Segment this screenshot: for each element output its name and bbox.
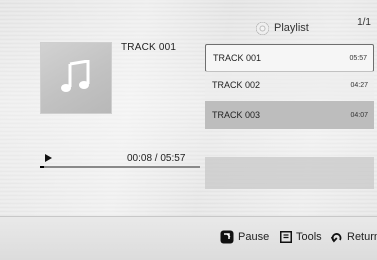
page-indicator: 1/1 [357, 17, 371, 28]
track-duration: 04:07 [350, 111, 368, 119]
playlist-row-1[interactable]: TRACK 001 05:57 [205, 44, 374, 72]
track-name: TRACK 001 [213, 53, 262, 63]
return-label: Return [347, 231, 377, 243]
return-button[interactable]: Return [331, 229, 377, 245]
playback-time: 00:08 / 05:57 [127, 153, 186, 164]
tools-label: Tools [296, 231, 322, 243]
pause-key-icon [220, 230, 234, 244]
playlist-header: Playlist [256, 18, 309, 38]
tools-icon [280, 231, 292, 243]
track-name: TRACK 002 [212, 80, 261, 90]
track-name: TRACK 003 [212, 110, 261, 120]
pause-label: Pause [238, 231, 270, 243]
track-duration: 04:27 [350, 81, 368, 89]
progress-fill [40, 166, 44, 168]
track-duration: 05:57 [349, 54, 367, 62]
playlist-row-3[interactable]: TRACK 003 04:07 [205, 101, 374, 129]
playlist-empty-slot [205, 157, 374, 189]
music-note-icon [61, 60, 90, 92]
now-playing-title: TRACK 001 [121, 42, 177, 53]
top-bar: Playlist 1/1 [0, 0, 377, 40]
disc-icon [256, 21, 269, 35]
pause-button[interactable]: Pause [220, 229, 269, 245]
play-icon [45, 154, 52, 162]
playlist-title: Playlist [274, 22, 309, 34]
return-icon [331, 233, 342, 243]
progress-bar[interactable] [40, 166, 200, 168]
tools-button[interactable]: Tools [280, 229, 322, 245]
album-art [40, 42, 112, 114]
playlist-row-2[interactable]: TRACK 002 04:27 [205, 71, 374, 99]
